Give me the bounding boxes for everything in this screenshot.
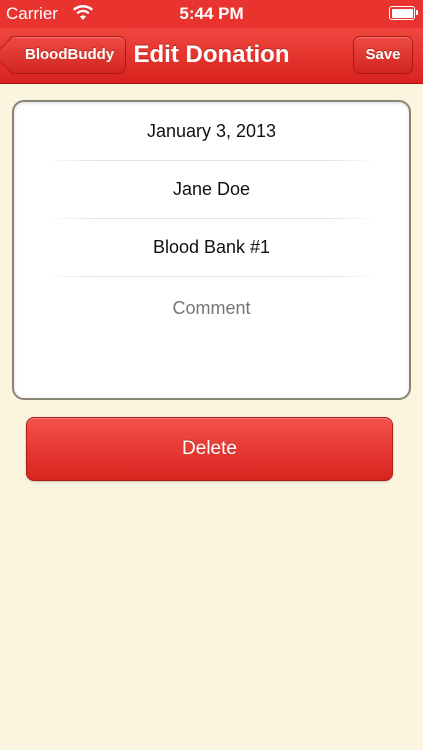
donor-field[interactable]: Jane Doe [14,160,409,218]
delete-button[interactable]: Delete [26,417,393,481]
navigation-bar: BloodBuddy Edit Donation Save [0,28,423,84]
location-field[interactable]: Blood Bank #1 [14,218,409,276]
donation-form-card: January 3, 2013 Jane Doe Blood Bank #1 [12,100,411,400]
comment-field[interactable] [44,278,379,338]
back-button-label: BloodBuddy [25,46,115,63]
clock-time: 5:44 PM [179,4,244,23]
battery-icon [389,6,418,20]
save-button[interactable]: Save [353,36,413,74]
status-bar: Carrier 5:44 PM [0,0,423,28]
divider [48,276,375,277]
date-field[interactable]: January 3, 2013 [14,102,409,160]
